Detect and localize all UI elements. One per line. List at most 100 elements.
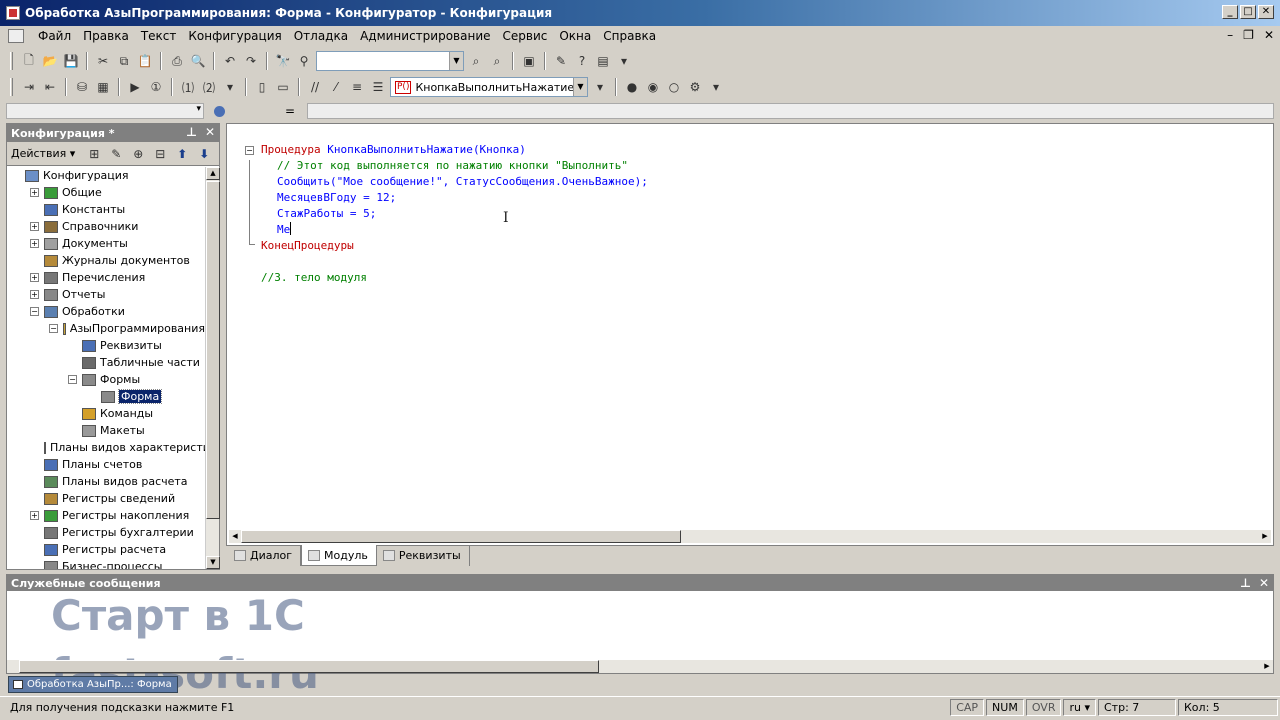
- collapse-icon[interactable]: −: [30, 307, 39, 316]
- menu-help[interactable]: Справка: [597, 29, 662, 43]
- procedure-select[interactable]: P() КнопкаВыполнитьНажатие ▼: [390, 77, 588, 97]
- find-icon[interactable]: 🔭: [274, 52, 292, 70]
- expand-icon[interactable]: +: [30, 273, 39, 282]
- procedures-list-icon[interactable]: ☰: [369, 78, 387, 96]
- expand-icon[interactable]: +: [30, 511, 39, 520]
- actions-dropdown[interactable]: Действия ▾: [11, 147, 75, 160]
- windows-icon[interactable]: ▣: [520, 52, 538, 70]
- tree-item[interactable]: Регистры бухгалтерии: [7, 524, 205, 541]
- tree-item[interactable]: + Отчеты: [7, 286, 205, 303]
- template-icon[interactable]: ▭: [274, 78, 292, 96]
- code-line[interactable]: Ме: [261, 222, 648, 238]
- code-line[interactable]: Процедура КнопкаВыполнитьНажатие(Кнопка): [261, 142, 648, 158]
- procedure-menu-icon[interactable]: ▾: [591, 78, 609, 96]
- menu-service[interactable]: Сервис: [497, 29, 554, 43]
- tree-scrollbar[interactable]: ▲ ▼: [205, 167, 220, 569]
- close-button[interactable]: ✕: [1258, 5, 1274, 19]
- scroll-down-icon[interactable]: ▼: [206, 556, 220, 569]
- scroll-thumb[interactable]: [206, 181, 220, 519]
- copy-icon[interactable]: ⧉: [115, 52, 133, 70]
- code-area[interactable]: Процедура КнопкаВыполнитьНажатие(Кнопка)…: [261, 142, 648, 286]
- window-task-button[interactable]: Обработка АзыПр...: Форма: [8, 676, 178, 693]
- tab-module[interactable]: Модуль: [301, 545, 377, 566]
- code-line[interactable]: //3. тело модуля: [261, 270, 648, 286]
- code-line[interactable]: Сообщить("Мое сообщение!", СтатусСообщен…: [261, 174, 648, 190]
- save-icon[interactable]: 💾: [62, 52, 80, 70]
- tree-item[interactable]: + Перечисления: [7, 269, 205, 286]
- fold-collapse-icon[interactable]: −: [245, 146, 254, 155]
- tree-item[interactable]: Макеты: [7, 422, 205, 439]
- tree-item[interactable]: Регистры сведений: [7, 490, 205, 507]
- module-editor[interactable]: − Процедура КнопкаВыполнитьНажатие(Кнопк…: [226, 123, 1274, 546]
- debug-options-icon[interactable]: ⚙: [686, 78, 704, 96]
- mdi-minimize-icon[interactable]: –: [1227, 28, 1233, 42]
- code-line[interactable]: [261, 254, 648, 270]
- redo-icon[interactable]: ↷: [242, 52, 260, 70]
- code-line[interactable]: МесяцевВГоду = 12;: [261, 190, 648, 206]
- messages-hscrollbar[interactable]: ▶: [7, 660, 1273, 673]
- add-icon[interactable]: ⊞: [85, 145, 103, 163]
- print-icon[interactable]: ⎙: [168, 52, 186, 70]
- table-icon[interactable]: ▦: [94, 78, 112, 96]
- paste-icon[interactable]: 📋: [136, 52, 154, 70]
- preview-icon[interactable]: 🔍: [189, 52, 207, 70]
- delete-icon[interactable]: ⊟: [151, 145, 169, 163]
- minimize-button[interactable]: _: [1222, 5, 1238, 19]
- tree-item[interactable]: Планы счетов: [7, 456, 205, 473]
- toolbar-grip[interactable]: [10, 52, 13, 70]
- find-next-icon[interactable]: ⚲: [295, 52, 313, 70]
- code-line[interactable]: // Этот код выполняется по нажатию кнопк…: [261, 158, 648, 174]
- pin-icon[interactable]: ⊥: [186, 125, 197, 139]
- tree-item[interactable]: − Формы: [7, 371, 205, 388]
- undo-icon[interactable]: ↶: [221, 52, 239, 70]
- tree-item[interactable]: Планы видов расчета: [7, 473, 205, 490]
- run-icon[interactable]: ▶: [126, 78, 144, 96]
- move-down-icon[interactable]: ⬇: [195, 145, 213, 163]
- debug-menu-icon[interactable]: ▾: [221, 78, 239, 96]
- assistant-icon[interactable]: ✎: [552, 52, 570, 70]
- open-icon[interactable]: 📂: [41, 52, 59, 70]
- expand-icon[interactable]: +: [30, 290, 39, 299]
- find-all-icon[interactable]: ⌕: [488, 52, 506, 70]
- tree-item[interactable]: + Общие: [7, 184, 205, 201]
- new-icon[interactable]: 🗋: [20, 52, 38, 70]
- tree-item[interactable]: Планы видов характеристик: [7, 439, 205, 456]
- breakpoint-list-icon[interactable]: ◉: [644, 78, 662, 96]
- tab-dialog[interactable]: Диалог: [228, 545, 302, 566]
- expand-icon[interactable]: +: [30, 222, 39, 231]
- property-select[interactable]: [6, 103, 204, 119]
- menu-windows[interactable]: Окна: [553, 29, 597, 43]
- pin-icon[interactable]: ⊥: [1240, 576, 1251, 590]
- menu-debug[interactable]: Отладка: [288, 29, 354, 43]
- tree-item[interactable]: − АзыПрограммирования: [7, 320, 205, 337]
- menu-text[interactable]: Текст: [135, 29, 183, 43]
- debug-step-icon[interactable]: ⑵: [200, 78, 218, 96]
- chevron-down-icon[interactable]: ▼: [449, 52, 463, 70]
- tree-item[interactable]: Бизнес-процессы: [7, 558, 205, 569]
- mdi-close-icon[interactable]: ✕: [1264, 28, 1274, 42]
- language-indicator[interactable]: ru ▾: [1063, 699, 1096, 716]
- scroll-left-icon[interactable]: ◀: [229, 530, 241, 543]
- chevron-down-icon[interactable]: ▼: [573, 78, 587, 96]
- panel-close-icon[interactable]: ✕: [205, 125, 215, 139]
- search-combo[interactable]: ▼: [316, 51, 464, 71]
- edit-icon[interactable]: ✎: [107, 145, 125, 163]
- find-prev-icon[interactable]: ⌕: [467, 52, 485, 70]
- scroll-thumb[interactable]: [19, 660, 599, 673]
- toolbar-grip[interactable]: [10, 78, 13, 96]
- scroll-up-icon[interactable]: ▲: [206, 167, 220, 180]
- comment-icon[interactable]: //: [306, 78, 324, 96]
- collapse-icon[interactable]: −: [49, 324, 58, 333]
- format-icon[interactable]: ≡: [348, 78, 366, 96]
- disable-breakpoint-icon[interactable]: ○: [665, 78, 683, 96]
- outdent-icon[interactable]: ⇤: [41, 78, 59, 96]
- scroll-right-icon[interactable]: ▶: [1259, 530, 1271, 543]
- options-dropdown-icon[interactable]: ▾: [707, 78, 725, 96]
- add-child-icon[interactable]: ⊕: [129, 145, 147, 163]
- code-line[interactable]: СтажРаботы = 5;: [261, 206, 648, 222]
- tree-item[interactable]: Команды: [7, 405, 205, 422]
- uncomment-icon[interactable]: ⁄: [327, 78, 345, 96]
- maximize-button[interactable]: □: [1240, 5, 1256, 19]
- database-icon[interactable]: ⛁: [73, 78, 91, 96]
- scroll-thumb[interactable]: [241, 530, 681, 543]
